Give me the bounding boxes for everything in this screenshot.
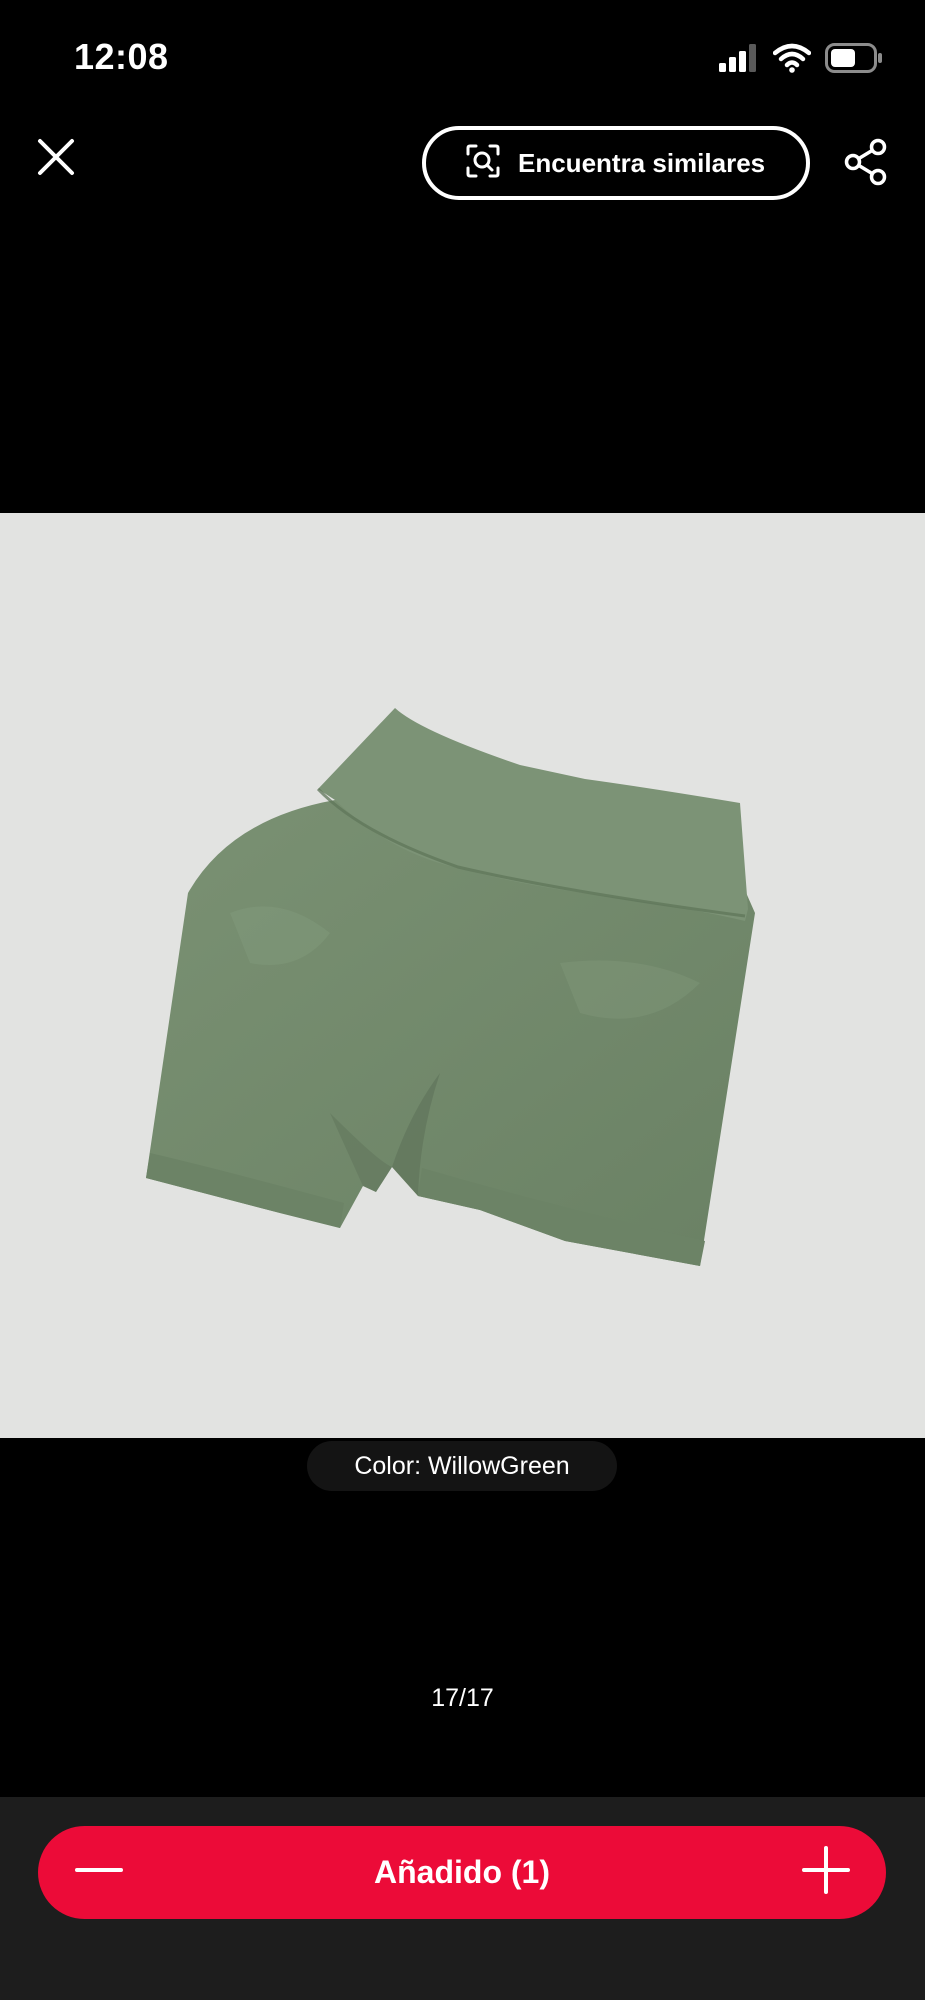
battery-icon xyxy=(825,42,883,78)
share-button[interactable] xyxy=(838,136,894,192)
minus-icon xyxy=(74,1846,123,1899)
plus-icon xyxy=(801,1846,850,1899)
find-similar-label: Encuentra similares xyxy=(518,147,766,178)
find-similar-button[interactable]: Encuentra similares xyxy=(422,126,810,200)
battery-fill xyxy=(831,48,855,67)
close-button[interactable] xyxy=(30,133,82,185)
shorts xyxy=(146,708,755,1266)
decrease-quantity-button[interactable] xyxy=(52,1826,145,1919)
status-bar: 12:08 xyxy=(0,0,925,118)
image-page-counter: 17/17 xyxy=(431,1684,494,1712)
status-time: 12:08 xyxy=(74,36,169,77)
share-icon xyxy=(843,138,889,191)
close-icon xyxy=(37,138,75,181)
cart-quantity-control: Añadido (1) xyxy=(38,1826,886,1919)
added-to-cart-label[interactable]: Añadido (1) xyxy=(374,1854,550,1891)
wifi-icon xyxy=(772,43,812,78)
increase-quantity-button[interactable] xyxy=(779,1826,872,1919)
color-label: Color: WillowGreen xyxy=(307,1441,617,1491)
status-icons xyxy=(719,40,883,80)
cellular-signal-icon xyxy=(719,43,759,77)
visual-search-icon xyxy=(466,144,500,183)
product-image[interactable] xyxy=(0,513,925,1438)
